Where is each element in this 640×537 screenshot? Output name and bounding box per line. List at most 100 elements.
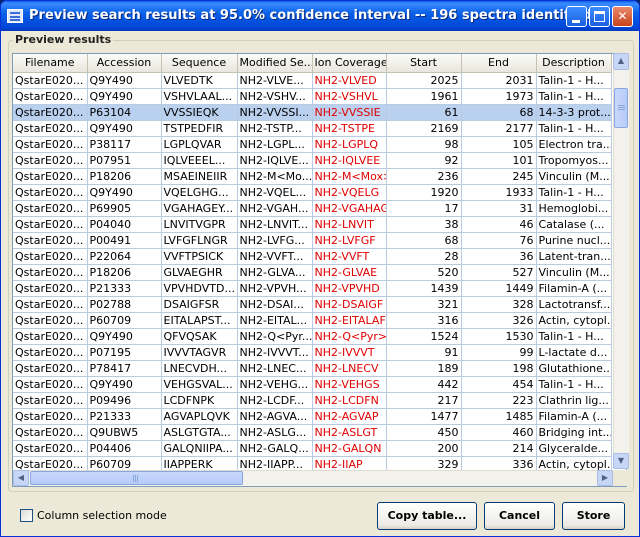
cell-modified-sequence[interactable]: NH2-VEHG... <box>237 376 313 393</box>
cell-start[interactable]: 321 <box>386 296 462 313</box>
cell-filename[interactable]: QstarE020... <box>13 104 88 121</box>
cell-ion-coverage[interactable]: NH2-VVFT <box>312 248 387 265</box>
cell-modified-sequence[interactable]: NH2-LVFG... <box>237 232 313 249</box>
cell-sequence[interactable]: LGPLQVAR <box>161 136 238 153</box>
cell-filename[interactable]: QstarE020... <box>13 344 88 361</box>
table-row[interactable]: QstarE020... P78417 LNECVDH... NH2-LNEC... N… <box>13 360 612 377</box>
cell-accession[interactable]: P02788 <box>87 296 162 313</box>
cell-accession[interactable]: P07195 <box>87 344 162 361</box>
horizontal-scroll-thumb[interactable] <box>30 471 243 485</box>
cell-start[interactable]: 91 <box>386 344 462 361</box>
cell-start[interactable]: 200 <box>386 440 462 457</box>
column-header-start[interactable]: Start <box>386 54 462 73</box>
scroll-up-button[interactable]: ▲ <box>613 53 629 70</box>
cell-modified-sequence[interactable]: NH2-LCDF... <box>237 392 313 409</box>
close-button[interactable]: ✕ <box>612 6 633 27</box>
cell-start[interactable]: 2025 <box>386 72 462 89</box>
table-row[interactable]: QstarE020... P18206 GLVAEGHR NH2-GLVA... NH2… <box>13 264 612 281</box>
copy-table-button[interactable]: Copy table... <box>377 502 477 530</box>
cell-description[interactable]: Hemoglobi... <box>536 200 612 217</box>
cell-ion-coverage[interactable]: NH2-DSAIGF <box>312 296 387 313</box>
cell-start[interactable]: 38 <box>386 216 462 233</box>
cell-modified-sequence[interactable]: NH2-TSTP... <box>237 120 313 137</box>
cell-ion-coverage[interactable]: NH2-IVVVT <box>312 344 387 361</box>
cell-sequence[interactable]: EITALAPST... <box>161 312 238 329</box>
cell-filename[interactable]: QstarE020... <box>13 312 88 329</box>
cell-modified-sequence[interactable]: NH2-ASLG... <box>237 424 313 441</box>
table-row[interactable]: QstarE020... Q9UBW5 ASLGTGTA... NH2-ASLG...… <box>13 424 612 441</box>
cell-sequence[interactable]: ASLGTGTA... <box>161 424 238 441</box>
cell-ion-coverage[interactable]: NH2-VEHGS <box>312 376 387 393</box>
store-button[interactable]: Store <box>562 502 625 530</box>
cell-end[interactable]: 76 <box>461 232 537 249</box>
cell-modified-sequence[interactable]: NH2-VSHV... <box>237 88 313 105</box>
cell-end[interactable]: 1485 <box>461 408 537 425</box>
cell-ion-coverage[interactable]: NH2-TSTPE <box>312 120 387 137</box>
cell-end[interactable]: 105 <box>461 136 537 153</box>
cell-sequence[interactable]: IVVVTAGVR <box>161 344 238 361</box>
cell-description[interactable]: Filamin-A (... <box>536 280 612 297</box>
cell-modified-sequence[interactable]: NH2-VVSSI... <box>237 104 313 121</box>
cell-modified-sequence[interactable]: NH2-VVFT... <box>237 248 313 265</box>
cell-start[interactable]: 217 <box>386 392 462 409</box>
cell-accession[interactable]: Q9Y490 <box>87 72 162 89</box>
cell-ion-coverage[interactable]: NH2-ASLGT <box>312 424 387 441</box>
cancel-button[interactable]: Cancel <box>484 502 555 530</box>
cell-start[interactable]: 316 <box>386 312 462 329</box>
cell-start[interactable]: 520 <box>386 264 462 281</box>
cell-filename[interactable]: QstarE020... <box>13 280 88 297</box>
cell-filename[interactable]: QstarE020... <box>13 232 88 249</box>
cell-start[interactable]: 1477 <box>386 408 462 425</box>
cell-modified-sequence[interactable]: NH2-Q<Pyr... <box>237 328 313 345</box>
cell-sequence[interactable]: VSHVLAAL... <box>161 88 238 105</box>
cell-description[interactable]: Purine nucl... <box>536 232 612 249</box>
cell-modified-sequence[interactable]: NH2-VLVE... <box>237 72 313 89</box>
table-row[interactable]: QstarE020... Q9Y490 VLVEDTK NH2-VLVE... NH2-… <box>13 72 612 89</box>
cell-end[interactable]: 328 <box>461 296 537 313</box>
cell-ion-coverage[interactable]: NH2-GALQN <box>312 440 387 457</box>
cell-ion-coverage[interactable]: NH2-VLVED <box>312 72 387 89</box>
cell-filename[interactable]: QstarE020... <box>13 248 88 265</box>
cell-sequence[interactable]: VVFTPSICK <box>161 248 238 265</box>
cell-end[interactable]: 245 <box>461 168 537 185</box>
cell-sequence[interactable]: VVSSIEQK <box>161 104 238 121</box>
vertical-scroll-thumb[interactable] <box>614 88 628 128</box>
cell-sequence[interactable]: AGVAPLQVK <box>161 408 238 425</box>
cell-ion-coverage[interactable]: NH2-VQELG <box>312 184 387 201</box>
cell-modified-sequence[interactable]: NH2-VPVH... <box>237 280 313 297</box>
cell-description[interactable]: Latent-tran... <box>536 248 612 265</box>
cell-ion-coverage[interactable]: NH2-M<Mox> <box>312 168 387 185</box>
cell-accession[interactable]: P04406 <box>87 440 162 457</box>
cell-description[interactable]: Lactotransf... <box>536 296 612 313</box>
cell-ion-coverage[interactable]: NH2-VVSSIE <box>312 104 387 121</box>
cell-ion-coverage[interactable]: NH2-LNECV <box>312 360 387 377</box>
cell-accession[interactable]: P04040 <box>87 216 162 233</box>
cell-start[interactable]: 1920 <box>386 184 462 201</box>
cell-filename[interactable]: QstarE020... <box>13 72 88 89</box>
cell-ion-coverage[interactable]: NH2-Q<Pyr> <box>312 328 387 345</box>
cell-filename[interactable]: QstarE020... <box>13 328 88 345</box>
cell-sequence[interactable]: VGAHAGEY... <box>161 200 238 217</box>
cell-modified-sequence[interactable]: NH2-M<Mo... <box>237 168 313 185</box>
cell-modified-sequence[interactable]: NH2-EITAL... <box>237 312 313 329</box>
cell-accession[interactable]: P18206 <box>87 264 162 281</box>
cell-description[interactable]: Vinculin (M... <box>536 264 612 281</box>
cell-description[interactable]: Bridging int... <box>536 424 612 441</box>
cell-sequence[interactable]: LCDFNPK <box>161 392 238 409</box>
cell-modified-sequence[interactable]: NH2-GLVA... <box>237 264 313 281</box>
cell-end[interactable]: 223 <box>461 392 537 409</box>
cell-modified-sequence[interactable]: NH2-VGAH... <box>237 200 313 217</box>
cell-filename[interactable]: QstarE020... <box>13 360 88 377</box>
cell-filename[interactable]: QstarE020... <box>13 136 88 153</box>
cell-sequence[interactable]: VEHGSVAL... <box>161 376 238 393</box>
table-row[interactable]: QstarE020... P04406 GALQNIIPA... NH2-GALQ..… <box>13 440 612 457</box>
cell-end[interactable]: 198 <box>461 360 537 377</box>
cell-ion-coverage[interactable]: NH2-EITALAF <box>312 312 387 329</box>
cell-sequence[interactable]: TSTPEDFIR <box>161 120 238 137</box>
cell-description[interactable]: Glutathione... <box>536 360 612 377</box>
cell-end[interactable]: 1449 <box>461 280 537 297</box>
table-row[interactable]: QstarE020... P02788 DSAIGFSR NH2-DSAI... NH2… <box>13 296 612 313</box>
cell-accession[interactable]: P21333 <box>87 280 162 297</box>
cell-accession[interactable]: P60709 <box>87 312 162 329</box>
cell-start[interactable]: 61 <box>386 104 462 121</box>
